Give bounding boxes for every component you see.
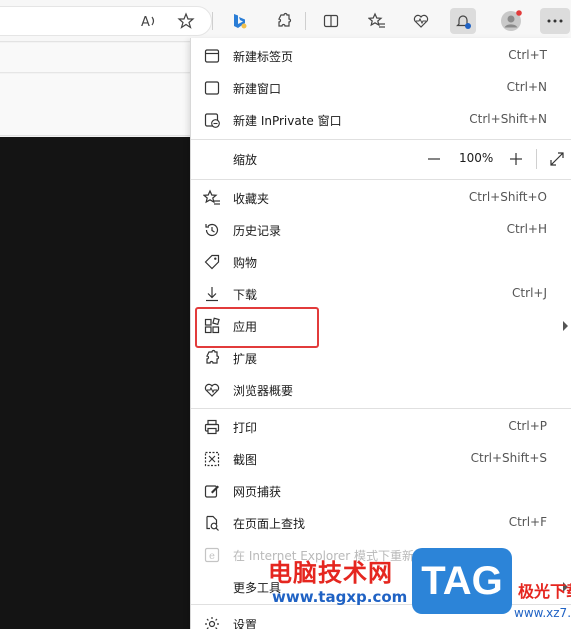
toolbar-separator [212,12,213,30]
page-content [0,137,190,629]
menu-divider [191,179,571,180]
menu-item-shortcut: Ctrl+J [512,286,547,300]
inprivate-icon [204,113,220,128]
toolbar-separator [305,12,306,30]
menu-item-shortcut: Ctrl+Shift+S [470,451,547,465]
fullscreen-icon [550,152,564,166]
favorites-bar [0,43,190,73]
favorite-star-icon[interactable] [173,8,199,34]
menu-item-zoom: 缩放 100% [191,143,571,175]
menu-item-downloads[interactable]: 下载 Ctrl+J [191,278,571,310]
menu-item-history[interactable]: 历史记录 Ctrl+H [191,214,571,246]
ie-mode-icon: e [204,547,220,563]
watermark-cn-text: 电脑技术网 [268,559,393,587]
menu-item-label: 收藏夹 [233,192,270,206]
menu-item-shortcut: Ctrl+Shift+N [469,112,547,126]
history-icon [205,223,219,237]
svg-text:A: A [141,15,150,30]
download-icon [206,287,218,302]
notifications-icon[interactable] [450,8,476,34]
web-capture-icon [204,485,219,498]
profile-icon[interactable] [498,8,524,34]
menu-item-find-on-page[interactable]: 在页面上查找 Ctrl+F [191,507,571,539]
heart-pulse-icon [204,383,220,397]
watermark: 电脑技术网 www.tagxp.com TAG 极光下载站 www.xz7.co… [268,548,571,629]
zoom-out-button[interactable] [423,148,445,170]
printer-icon [204,419,220,435]
apps-highlight-box [195,307,319,348]
menu-item-new-tab[interactable]: 新建标签页 Ctrl+T [191,40,571,72]
menu-item-shortcut: Ctrl+N [506,80,547,94]
zoom-value: 100% [459,151,494,165]
extensions-icon[interactable] [271,8,297,34]
new-window-icon [204,81,220,95]
menu-item-label: 历史记录 [233,224,282,238]
bing-chat-icon[interactable] [226,8,252,34]
find-on-page-icon [206,515,219,531]
menu-item-shortcut: Ctrl+F [508,515,547,529]
read-aloud-icon[interactable]: A [136,8,162,34]
favorites-icon[interactable] [364,8,390,34]
settings-gear-icon [205,617,219,629]
browser-toolbar: A [0,0,571,42]
menu-item-label: 新建 InPrivate 窗口 [233,114,342,128]
menu-item-shortcut: Ctrl+T [508,48,547,62]
menu-item-print[interactable]: 打印 Ctrl+P [191,411,571,443]
screenshot-icon [204,451,220,467]
favorites-list-icon [203,189,220,205]
watermark-tail-url: www.xz7.com [514,606,571,620]
menu-item-label: 在页面上查找 [233,517,306,531]
watermark-tail: 极光下载站 [518,582,571,601]
menu-item-label: 扩展 [233,352,258,366]
watermark-logo: TAG [412,548,512,614]
menu-item-browser-essentials[interactable]: 浏览器概要 [191,374,571,406]
watermark-url: www.tagxp.com [272,588,408,606]
page-header-area [0,74,190,136]
menu-item-new-window[interactable]: 新建窗口 Ctrl+N [191,72,571,104]
zoom-separator [536,149,537,169]
menu-divider [191,408,571,409]
menu-item-label: 新建窗口 [233,82,282,96]
menu-item-label: 下载 [233,288,258,302]
menu-item-new-inprivate[interactable]: 新建 InPrivate 窗口 Ctrl+Shift+N [191,104,571,136]
watermark-logo-text: TAG [421,558,503,603]
menu-item-favorites[interactable]: 收藏夹 Ctrl+Shift+O [191,182,571,214]
menu-item-screenshot[interactable]: 截图 Ctrl+Shift+S [191,443,571,475]
zoom-label: 缩放 [233,153,258,167]
split-screen-icon[interactable] [318,8,344,34]
extensions-puzzle-icon [206,349,220,364]
menu-item-label: 设置 [233,618,258,629]
menu-item-shortcut: Ctrl+P [508,419,547,433]
menu-item-shortcut: Ctrl+H [506,222,547,236]
fullscreen-button[interactable] [546,148,568,170]
shopping-tag-icon [204,254,220,270]
zoom-in-button[interactable] [505,148,527,170]
menu-item-label: 打印 [233,421,258,435]
menu-divider [191,139,571,140]
menu-item-label: 浏览器概要 [233,384,294,398]
menu-item-label: 购物 [233,256,258,270]
menu-item-label: 截图 [233,453,258,467]
svg-text:e: e [209,551,215,562]
menu-item-label: 网页捕获 [233,485,282,499]
more-menu-icon[interactable] [540,8,570,34]
browser-essentials-icon[interactable] [408,8,434,34]
menu-item-shopping[interactable]: 购物 [191,246,571,278]
menu-item-web-capture[interactable]: 网页捕获 [191,475,571,507]
submenu-arrow-icon [563,321,568,331]
menu-item-label: 新建标签页 [233,50,294,64]
new-tab-icon [204,49,220,63]
menu-item-shortcut: Ctrl+Shift+O [468,190,547,204]
